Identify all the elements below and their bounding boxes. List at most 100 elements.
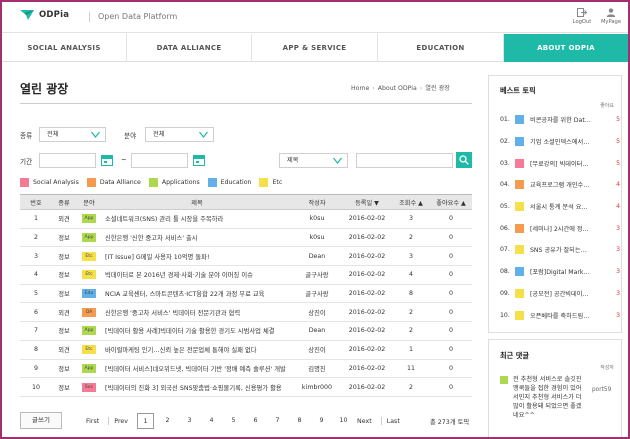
page-link[interactable]: 10 bbox=[335, 413, 352, 429]
user-icon bbox=[606, 8, 616, 17]
table-row[interactable]: 3 정보 Etc [IT Issue] G메일 사용자 10억명 돌파! Dean 201… bbox=[20, 246, 472, 267]
row-title[interactable]: 빅데이터로 본 2016년 경제·사회·기술 분야 이머징 이슈 bbox=[102, 265, 292, 285]
best-topic-item[interactable]: 04. 교육프로그램 개인수… 4 bbox=[500, 174, 620, 196]
table-row[interactable]: 5 정보 Edu NCIA 교육센터, 스마트콘텐츠·ICT융합 22개 과정 무료 … bbox=[20, 284, 472, 304]
row-title[interactable]: 바이럴마케팅 인기…신뢰 높은 전문업체 통해야 실패 없다 bbox=[102, 340, 292, 360]
best-topic-likes: 5 bbox=[616, 138, 620, 146]
best-topic-likes: 3 bbox=[616, 311, 620, 319]
best-topic-title: SNS 공유가 잘되는… bbox=[530, 247, 587, 255]
search-button[interactable] bbox=[456, 152, 472, 168]
row-title[interactable]: [IT Issue] G메일 사용자 10억명 돌파! bbox=[102, 246, 292, 267]
row-category-cell: Etc bbox=[76, 265, 102, 285]
table-row[interactable]: 6 외견 DA 신한은행 '중고차 서비스' 빅데이터 전문기관과 협력 상진이 2016… bbox=[20, 302, 472, 323]
row-number: 10 bbox=[20, 377, 52, 397]
row-views: 2 bbox=[392, 228, 430, 248]
column-header-views[interactable]: 조회수 ▲ bbox=[392, 194, 430, 210]
row-title[interactable]: 신한은행 '신한 중고차 서비스' 출시 bbox=[102, 228, 292, 248]
row-title[interactable]: 소셜네트워크(SNS) 관리 툴 시장을 주목하라 bbox=[102, 209, 292, 229]
row-title[interactable]: [빅데이터의 진화 3] 외국선 SNS맞춤법·쇼핑몰기록, 신용평가 활용 bbox=[102, 377, 292, 397]
page-link[interactable]: 6 bbox=[247, 413, 264, 429]
row-category-tag: App bbox=[82, 326, 96, 336]
logo[interactable]: ODPia bbox=[20, 10, 69, 20]
row-number: 7 bbox=[20, 321, 52, 341]
page-link[interactable]: 3 bbox=[181, 413, 198, 429]
page-link[interactable]: 7 bbox=[269, 413, 286, 429]
page-link[interactable]: 8 bbox=[291, 413, 308, 429]
best-topic-item[interactable]: 06. [세미나] 2시간에 정… 3 bbox=[500, 217, 620, 239]
row-title[interactable]: 신한은행 '중고차 서비스' 빅데이터 전문기관과 협력 bbox=[102, 302, 292, 323]
page-link[interactable]: 1 bbox=[137, 413, 155, 429]
calendar-icon[interactable] bbox=[193, 155, 205, 166]
page-link[interactable]: 4 bbox=[203, 413, 220, 429]
best-topic-item[interactable]: 02. 기업 소셜인덱스에서… 5 bbox=[500, 131, 620, 153]
row-author: k0su bbox=[292, 209, 342, 229]
best-topic-likes: 5 bbox=[616, 159, 620, 167]
best-topic-title: 교육프로그램 개인수… bbox=[530, 182, 590, 190]
best-topic-item[interactable]: 05. 서울시 통계 분석 요… 4 bbox=[500, 196, 620, 218]
best-topic-likes: 3 bbox=[616, 268, 620, 276]
end-date-input[interactable] bbox=[131, 153, 188, 168]
row-title[interactable]: NCIA 교육센터, 스마트콘텐츠·ICT융합 22개 과정 무료 교육 bbox=[102, 284, 292, 304]
row-title[interactable]: [빅데이터 활용 사례]빅데이터 기술 활용한 경기도 시범사업 체결 bbox=[102, 321, 292, 341]
nav-education[interactable]: EDUCATION bbox=[378, 34, 504, 62]
prev-page-link[interactable]: Prev bbox=[114, 418, 128, 425]
first-page-link[interactable]: First bbox=[86, 418, 99, 425]
mypage-button[interactable]: MyPage bbox=[598, 8, 624, 25]
write-button[interactable]: 글쓰기 bbox=[20, 412, 62, 429]
best-topic-item[interactable]: 07. SNS 공유가 잘되는… 3 bbox=[500, 239, 620, 261]
search-input[interactable] bbox=[356, 153, 453, 168]
best-topic-item[interactable]: 03. [무료강의] 빅데이터… 5 bbox=[500, 152, 620, 174]
start-date-input[interactable] bbox=[39, 153, 96, 168]
next-page-link[interactable]: Next bbox=[357, 418, 372, 425]
comment-item[interactable]: 전 추천형 서비스로 솔깃진 맹쿡들을 접한 경험이 있어 서민지 추천형 서비… bbox=[500, 375, 620, 420]
table-row[interactable]: 7 정보 App [빅데이터 활용 사례]빅데이터 기술 활용한 경기도 시범사업 체… bbox=[20, 321, 472, 341]
page-link[interactable]: 9 bbox=[313, 413, 330, 429]
breadcrumb-home[interactable]: Home bbox=[351, 85, 369, 92]
column-header-likes[interactable]: 좋아요수 ▲ bbox=[430, 194, 472, 210]
last-page-link[interactable]: Last bbox=[387, 418, 400, 425]
table-row[interactable]: 10 정보 Soc [빅데이터의 진화 3] 외국선 SNS맞춤법·쇼핑몰기록, 신용… bbox=[20, 377, 472, 397]
table-row[interactable]: 2 정보 App 신한은행 '신한 중고차 서비스' 출시 k0su 2016-02-02… bbox=[20, 228, 472, 248]
page-number-list: 1 2 3 4 5 6 7 8 9 10 bbox=[137, 413, 357, 429]
legend-label: Applications bbox=[161, 179, 200, 186]
table-row[interactable]: 4 정보 Etc 빅데이터로 본 2016년 경제·사회·기술 분야 이머징 이슈 골구… bbox=[20, 265, 472, 285]
page-link[interactable]: 2 bbox=[159, 413, 176, 429]
row-title[interactable]: [빅데이터 서비스]네오위드넷, 빅데이터 기반 '정배 예측 솔루션' 개발 bbox=[102, 359, 292, 379]
best-topic-item[interactable]: 01. 비콘공자를 위한 Dat… 5 bbox=[500, 109, 620, 131]
row-category-tag: Soc bbox=[82, 382, 96, 392]
breadcrumb-about[interactable]: About ODPia bbox=[378, 85, 417, 92]
row-views: 4 bbox=[392, 265, 430, 285]
table-row[interactable]: 1 외견 App 소셜네트워크(SNS) 관리 툴 시장을 주목하라 k0su 2016-… bbox=[20, 209, 472, 229]
row-date: 2016-02-02 bbox=[342, 302, 392, 323]
column-header-type: 종류 bbox=[52, 194, 76, 210]
nav-data-alliance[interactable]: DATA ALLIANCE bbox=[127, 34, 252, 62]
row-category-cell: Etc bbox=[76, 340, 102, 360]
best-topic-item[interactable]: 08. [포럼]Digital Mark… 3 bbox=[500, 261, 620, 283]
best-topic-likes: 3 bbox=[616, 289, 620, 297]
nav-social-analysis[interactable]: SOCIAL ANALYSIS bbox=[2, 34, 127, 62]
best-topic-rank: 04. bbox=[500, 181, 510, 189]
row-date: 2016-02-02 bbox=[342, 377, 392, 397]
type-select[interactable]: 전체 bbox=[39, 127, 106, 142]
column-header-date[interactable]: 등록일 ▼ bbox=[342, 194, 392, 210]
breadcrumb-separator: › bbox=[372, 85, 375, 92]
legend-label: Social Analysis bbox=[33, 179, 79, 186]
nav-about-odpia[interactable]: ABOUT ODPIA bbox=[504, 34, 628, 62]
best-topic-item[interactable]: 09. [공모전] 공간빅데이… 3 bbox=[500, 283, 620, 305]
row-number: 4 bbox=[20, 265, 52, 285]
category-select[interactable]: 전체 bbox=[145, 127, 214, 142]
best-topic-item[interactable]: 10. 오픈베타를 축하드림… 3 bbox=[500, 304, 620, 326]
logout-button[interactable]: LogOut bbox=[569, 8, 595, 25]
row-likes: 0 bbox=[430, 228, 472, 248]
category-legend: Social Analysis Data Alliance Applicatio… bbox=[20, 178, 290, 187]
search-field-select[interactable]: 제목 bbox=[279, 153, 348, 168]
table-row[interactable]: 8 외견 Etc 바이럴마케팅 인기…신뢰 높은 전문업체 통해야 실패 없다 상진이 2… bbox=[20, 340, 472, 360]
category-swatch bbox=[515, 245, 524, 255]
category-swatch bbox=[515, 202, 524, 212]
table-row[interactable]: 9 정보 App [빅데이터 서비스]네오위드넷, 빅데이터 기반 '정배 예측 솔루… bbox=[20, 359, 472, 379]
likes-column-header: 좋아요 bbox=[600, 103, 614, 109]
calendar-icon[interactable] bbox=[101, 155, 113, 166]
nav-app-service[interactable]: APP & SERVICE bbox=[252, 34, 378, 62]
recent-comments-title: 최근 댓글 bbox=[500, 351, 529, 360]
page-link[interactable]: 5 bbox=[225, 413, 242, 429]
